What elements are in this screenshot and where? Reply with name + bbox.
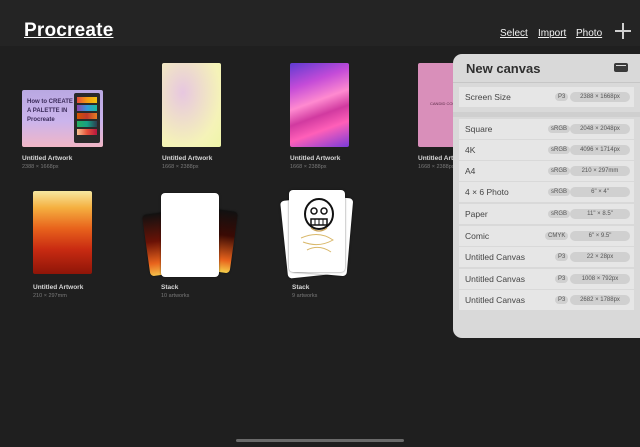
canvas-name: Untitled Canvas (465, 274, 526, 284)
colorspace-badge: sRGB (548, 146, 571, 154)
artwork-thumbnail[interactable] (290, 63, 349, 147)
canvas-name: A4 (465, 166, 476, 176)
app-title[interactable]: Procreate (24, 20, 113, 42)
thumbnail-palette-strip (74, 93, 100, 143)
canvas-name: Comic (465, 231, 490, 241)
artwork-thumbnail[interactable] (33, 191, 92, 274)
canvas-name: Untitled Canvas (465, 295, 526, 305)
stack-card-front[interactable] (161, 193, 219, 277)
colorspace-badge: P3 (555, 296, 569, 304)
canvas-size: 210 × 297mm (570, 166, 630, 176)
stack-title[interactable]: Stack (292, 284, 309, 291)
canvas-row-untitled-2[interactable]: Untitled Canvas P3 1008 × 792px (459, 269, 634, 289)
artwork-title[interactable]: Untitled Artwork (290, 155, 340, 162)
canvas-row-comic[interactable]: Comic CMYK 6" × 9.5" (459, 226, 634, 246)
canvas-size: 2048 × 2048px (570, 124, 630, 134)
canvas-size: 4096 × 1714px (570, 145, 630, 155)
artwork-title[interactable]: Untitled Artwork (162, 155, 212, 162)
colorspace-badge: sRGB (548, 188, 571, 196)
stack-title[interactable]: Stack (161, 284, 178, 291)
canvas-size: 22 × 28px (570, 252, 630, 262)
canvas-name: Paper (465, 209, 488, 219)
canvas-name: 4K (465, 145, 476, 155)
canvas-size: 1008 × 792px (570, 274, 630, 284)
colorspace-badge: P3 (555, 253, 569, 261)
colorspace-badge: P3 (555, 93, 569, 101)
popover-divider (453, 82, 640, 83)
custom-size-icon[interactable] (614, 63, 628, 72)
canvas-row-paper[interactable]: Paper sRGB 11" × 8.5" (459, 204, 634, 224)
popover-title: New canvas (466, 61, 541, 76)
top-bar: Procreate Select Import Photo (0, 0, 640, 46)
artwork-size: 1668 × 2388px (162, 164, 199, 170)
stack-card-front[interactable] (289, 190, 345, 272)
canvas-row-square[interactable]: Square sRGB 2048 × 2048px (459, 119, 634, 139)
canvas-name: 4 × 6 Photo (465, 187, 509, 197)
import-button[interactable]: Import (538, 28, 566, 39)
canvas-row-untitled-1[interactable]: Untitled Canvas P3 22 × 28px (459, 247, 634, 267)
colorspace-badge: sRGB (548, 210, 571, 218)
artwork-thumbnail[interactable] (162, 63, 221, 147)
canvas-size: 2682 × 1788px (570, 295, 630, 305)
canvas-row-a4[interactable]: A4 sRGB 210 × 297mm (459, 161, 634, 181)
add-canvas-plus-icon[interactable] (614, 22, 632, 40)
artwork-size: 210 × 297mm (33, 293, 67, 299)
home-indicator[interactable] (236, 439, 404, 442)
canvas-name: Square (465, 124, 493, 134)
canvas-size: 2388 × 1668px (570, 92, 630, 102)
artwork-thumbnail[interactable]: How to CREATE A PALETTE IN Procreate (22, 90, 103, 147)
canvas-size: 6" × 4" (570, 187, 630, 197)
canvas-name: Untitled Canvas (465, 252, 526, 262)
stack-count: 9 artworks (292, 293, 318, 299)
artwork-size: 1668 × 2388px (418, 164, 455, 170)
artwork-size: 2388 × 1668px (22, 164, 59, 170)
thumbnail-text: How to CREATE A PALETTE IN Procreate (27, 99, 73, 123)
artwork-title[interactable]: Untitled Artwork (33, 284, 83, 291)
section-divider (453, 112, 640, 117)
artwork-size: 1668 × 2388px (290, 164, 327, 170)
canvas-row-4k[interactable]: 4K sRGB 4096 × 1714px (459, 140, 634, 160)
canvas-row-untitled-3[interactable]: Untitled Canvas P3 2682 × 1788px (459, 290, 634, 310)
artwork-title[interactable]: Untitled Artwork (22, 155, 72, 162)
new-canvas-popover: New canvas Screen Size P3 2388 × 1668px … (453, 54, 640, 338)
stack-count: 10 artworks (161, 293, 190, 299)
canvas-size: 11" × 8.5" (570, 209, 630, 219)
colorspace-badge: sRGB (548, 167, 571, 175)
canvas-size: 6" × 9.5" (570, 231, 630, 241)
canvas-row-4x6-photo[interactable]: 4 × 6 Photo sRGB 6" × 4" (459, 182, 634, 202)
select-button[interactable]: Select (500, 28, 528, 39)
colorspace-badge: P3 (555, 275, 569, 283)
sketch-face-illustration (300, 198, 334, 253)
colorspace-badge: sRGB (548, 125, 571, 133)
canvas-row-screen-size[interactable]: Screen Size P3 2388 × 1668px (459, 87, 634, 107)
photo-button[interactable]: Photo (576, 28, 602, 39)
colorspace-badge: CMYK (545, 232, 569, 240)
canvas-name: Screen Size (465, 92, 511, 102)
